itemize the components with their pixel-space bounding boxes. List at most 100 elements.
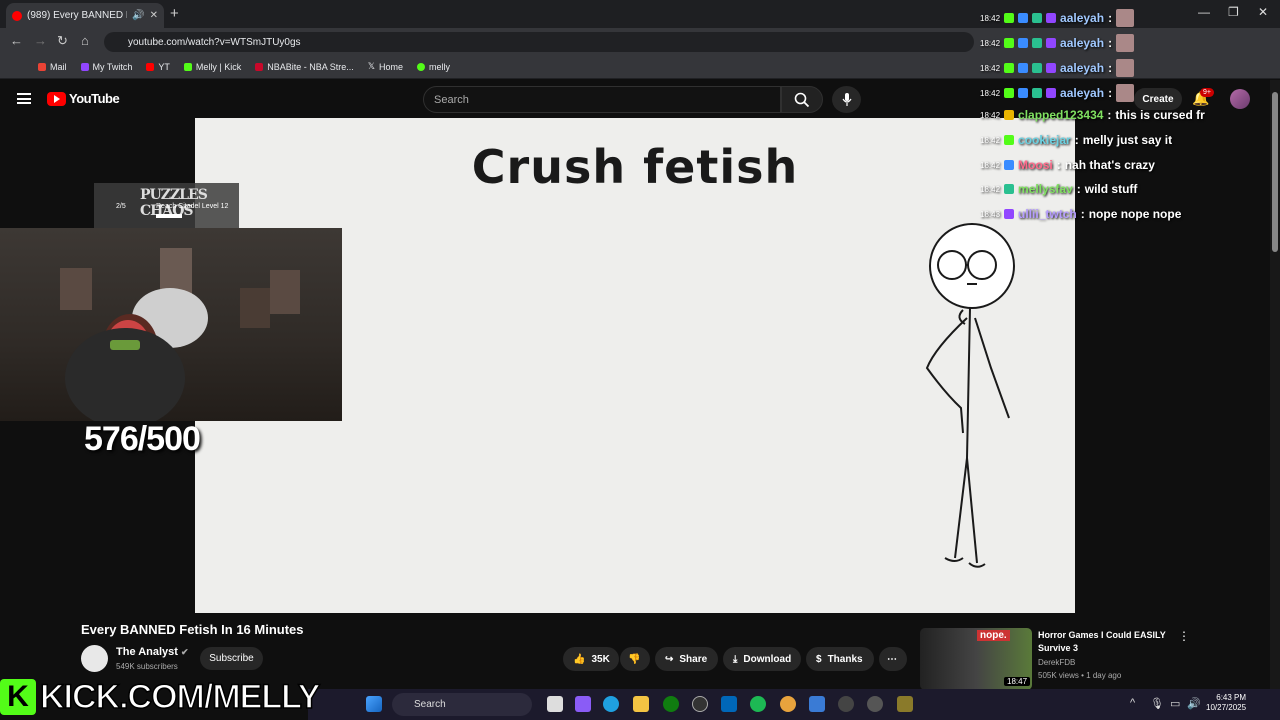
scrollbar-thumb[interactable] (1272, 92, 1278, 252)
store-icon[interactable] (721, 696, 737, 712)
close-tab-icon[interactable]: ✕ (150, 10, 158, 21)
chat-message: 18:42 clapped123434: this is cursed fr (980, 108, 1205, 122)
chat-username[interactable]: clapped123434 (1018, 108, 1103, 122)
address-bar[interactable]: youtube.com/watch?v=WTSmJTUy0gs (104, 32, 974, 52)
chat-username[interactable]: aaleyah (1060, 36, 1104, 50)
xbox-icon[interactable] (663, 696, 679, 712)
task-view-icon[interactable] (547, 696, 563, 712)
puzzles-progress-bar (156, 214, 182, 218)
new-tab-button[interactable]: + (170, 5, 179, 22)
scrollbar[interactable] (1270, 80, 1280, 690)
chat-username[interactable]: aaleyah (1060, 11, 1104, 25)
bookmark-melly[interactable]: melly (417, 62, 450, 72)
recommended-channel[interactable]: DerekFDB (1038, 658, 1075, 667)
create-button[interactable]: Create (1134, 88, 1182, 110)
chrome-icon[interactable] (780, 696, 796, 712)
chat-timestamp: 18:42 (980, 38, 1001, 48)
search-button[interactable] (781, 86, 823, 113)
chat-text: nah that's crazy (1064, 158, 1155, 172)
maximize-icon[interactable]: ❐ (1228, 5, 1239, 19)
app-icon[interactable] (867, 696, 883, 712)
bookmark-home[interactable]: 𝕏 Home (368, 61, 403, 72)
video-frame-title: Crush fetish (471, 140, 799, 194)
chat-text: nope nope nope (1088, 207, 1182, 221)
subscriber-count: 549K subscribers (116, 662, 178, 671)
youtube-logo[interactable]: YouTube (47, 91, 120, 106)
speaker-icon[interactable]: 🔊 (132, 10, 144, 21)
chat-timestamp: 18:42 (980, 88, 1001, 98)
thanks-button[interactable]: $ Thanks (806, 647, 874, 671)
obs-icon[interactable] (692, 696, 708, 712)
download-icon: ⤓ (733, 653, 738, 665)
volume-icon[interactable]: 🔊 (1187, 697, 1201, 710)
chat-timestamp: 18:42 (980, 110, 1001, 120)
notification-badge: 9+ (1200, 88, 1214, 97)
voice-search-button[interactable] (832, 86, 861, 113)
share-button[interactable]: ↪ Share (655, 647, 718, 671)
file-explorer-icon[interactable] (633, 696, 649, 712)
chat-timestamp: 18:42 (980, 135, 1001, 145)
game-icon[interactable] (897, 696, 913, 712)
chat-badge-icon (1004, 38, 1015, 48)
chat-username[interactable]: mellysfav (1018, 182, 1073, 196)
search-input[interactable]: Search (423, 86, 781, 113)
mail-icon (38, 62, 46, 71)
minimize-icon[interactable]: — (1198, 5, 1210, 19)
chat-username[interactable]: ullii_twtch (1018, 207, 1077, 221)
tray-chevron-icon[interactable]: ^ (1130, 697, 1135, 709)
browser-tab[interactable]: (989) Every BANNED Fetish 🔊 ✕ (6, 3, 164, 28)
twitch-icon (80, 62, 89, 71)
chat-username[interactable]: aaleyah (1060, 61, 1104, 75)
download-button[interactable]: ⤓ Download (723, 647, 801, 671)
more-actions-button[interactable]: ⋯ (879, 647, 907, 671)
chat-username[interactable]: cookiejar (1018, 133, 1071, 147)
kick-icon (183, 62, 192, 71)
taskbar-search[interactable]: Search (392, 693, 532, 716)
chat-text: wild stuff (1084, 182, 1138, 196)
chat-badge-icon (1046, 63, 1057, 73)
edge-icon[interactable] (603, 696, 619, 712)
chat-separator: : (1076, 182, 1081, 196)
forward-icon[interactable]: → (34, 33, 47, 48)
chat-badge-icon (1004, 160, 1015, 170)
back-icon[interactable]: ← (10, 33, 23, 48)
microphone-tray-icon[interactable]: 🎙 (1150, 697, 1164, 710)
like-button[interactable]: 👍 35K (563, 647, 619, 671)
chat-badge-icon (1004, 135, 1015, 145)
home-icon[interactable]: ⌂ (81, 33, 89, 48)
bookmark-twitch[interactable]: My Twitch (80, 62, 132, 72)
system-clock[interactable]: 6:43 PM 10/27/2025 (1206, 693, 1246, 713)
bookmark-nbabite[interactable]: NBABite - NBA Stre... (255, 62, 354, 72)
chat-emote-icon (1116, 9, 1135, 27)
chat-message: 18:42 Moosi: nah that's crazy (980, 158, 1155, 172)
chat-message: 18:42 aaleyah: (980, 34, 1135, 52)
more-vert-icon[interactable]: ⋮ (1178, 629, 1190, 643)
thumbs-down-icon: 👎 (628, 653, 641, 665)
chat-username[interactable]: Moosi (1018, 158, 1053, 172)
menu-icon[interactable] (17, 93, 31, 104)
account-avatar[interactable] (1230, 89, 1250, 109)
bookmark-yt[interactable]: YT (146, 62, 170, 72)
chat-message: 18:43 ullii_twtch: nope nope nope (980, 207, 1181, 221)
network-icon[interactable]: ▭ (1170, 697, 1180, 710)
spotify-icon[interactable] (750, 696, 766, 712)
channel-name[interactable]: The Analyst ✔ (116, 646, 189, 658)
thumbs-up-icon: 👍 (573, 653, 586, 665)
close-window-icon[interactable]: ✕ (1258, 5, 1268, 19)
bookmark-kick[interactable]: Melly | Kick (183, 62, 241, 72)
windows-start-icon[interactable] (366, 696, 382, 712)
reload-icon[interactable]: ↻ (57, 33, 68, 49)
chat-badge-icon (1004, 110, 1015, 120)
bookmark-mail[interactable]: Mail (38, 62, 67, 72)
photos-icon[interactable] (809, 696, 825, 712)
copilot-icon[interactable] (575, 696, 591, 712)
verified-icon: ✔ (181, 647, 189, 657)
dislike-button[interactable]: 👎 (620, 647, 650, 671)
channel-avatar[interactable] (81, 645, 108, 672)
chat-username[interactable]: aaleyah (1060, 86, 1104, 100)
puzzles-count: 2/5 (116, 203, 126, 210)
youtube-play-icon (47, 91, 66, 106)
media-player-icon[interactable] (838, 696, 854, 712)
subscribe-button[interactable]: Subscribe (200, 647, 263, 670)
recommended-video-title[interactable]: Horror Games I Could EASILY Survive 3 (1038, 629, 1168, 655)
